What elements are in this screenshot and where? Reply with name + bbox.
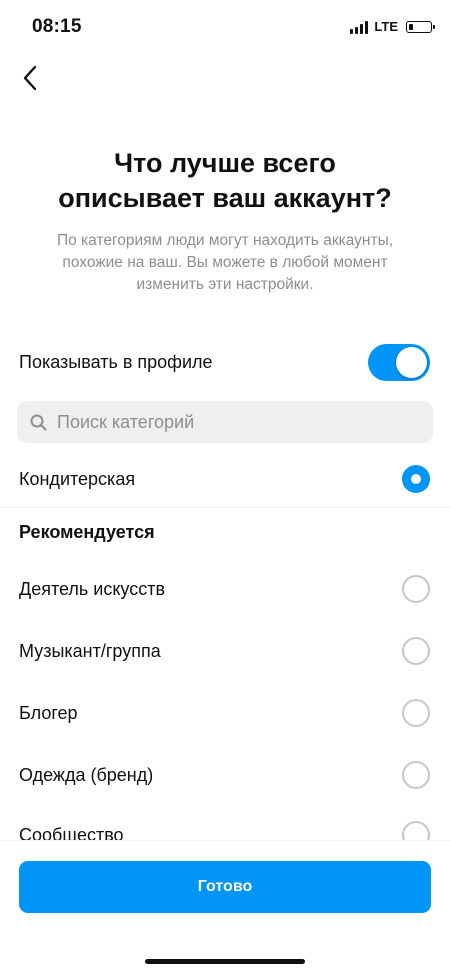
category-label: Блогер bbox=[19, 703, 78, 723]
radio-selected[interactable] bbox=[402, 465, 430, 493]
category-label: Кондитерская bbox=[19, 469, 136, 489]
radio-button[interactable] bbox=[402, 637, 430, 665]
battery-icon bbox=[406, 20, 435, 33]
category-row[interactable]: Одежда (бренд) bbox=[0, 751, 450, 801]
chevron-left-icon bbox=[23, 65, 37, 91]
done-button[interactable]: Готово bbox=[19, 861, 431, 913]
page-subtitle: По категориям люди могут находить аккаун… bbox=[56, 232, 394, 293]
status-time: 08:15 bbox=[32, 16, 82, 37]
category-row[interactable]: Блогер bbox=[0, 689, 450, 739]
toggle-knob bbox=[396, 347, 427, 378]
home-indicator bbox=[145, 959, 305, 964]
network-type: LTE bbox=[374, 19, 398, 34]
category-label: Музыкант/группа bbox=[19, 641, 161, 661]
search-input[interactable] bbox=[55, 410, 433, 434]
show-in-profile-label: Показывать в профиле bbox=[19, 352, 213, 372]
search-box[interactable] bbox=[17, 401, 433, 443]
back-button[interactable] bbox=[12, 60, 48, 96]
recommended-section-title: Рекомендуется bbox=[19, 522, 155, 542]
selected-category-row[interactable]: Кондитерская bbox=[0, 455, 450, 505]
radio-button[interactable] bbox=[402, 575, 430, 603]
signal-icon bbox=[350, 20, 369, 34]
radio-button[interactable] bbox=[402, 761, 430, 789]
search-icon bbox=[29, 413, 47, 431]
category-row[interactable]: Музыкант/группа bbox=[0, 627, 450, 677]
category-label: Одежда (бренд) bbox=[19, 765, 154, 785]
divider bbox=[0, 507, 450, 508]
radio-button[interactable] bbox=[402, 699, 430, 727]
show-in-profile-row: Показывать в профиле bbox=[0, 342, 450, 384]
bottom-action-bar: Готово bbox=[0, 840, 450, 973]
category-label: Деятель искусств bbox=[19, 579, 166, 599]
page-title: Что лучше всего описывает ваш аккаунт? bbox=[58, 148, 392, 213]
show-in-profile-toggle[interactable] bbox=[368, 344, 430, 381]
status-indicators: LTE bbox=[350, 19, 435, 34]
category-row[interactable]: Деятель искусств bbox=[0, 565, 450, 615]
status-bar: 08:15 LTE bbox=[0, 0, 450, 54]
